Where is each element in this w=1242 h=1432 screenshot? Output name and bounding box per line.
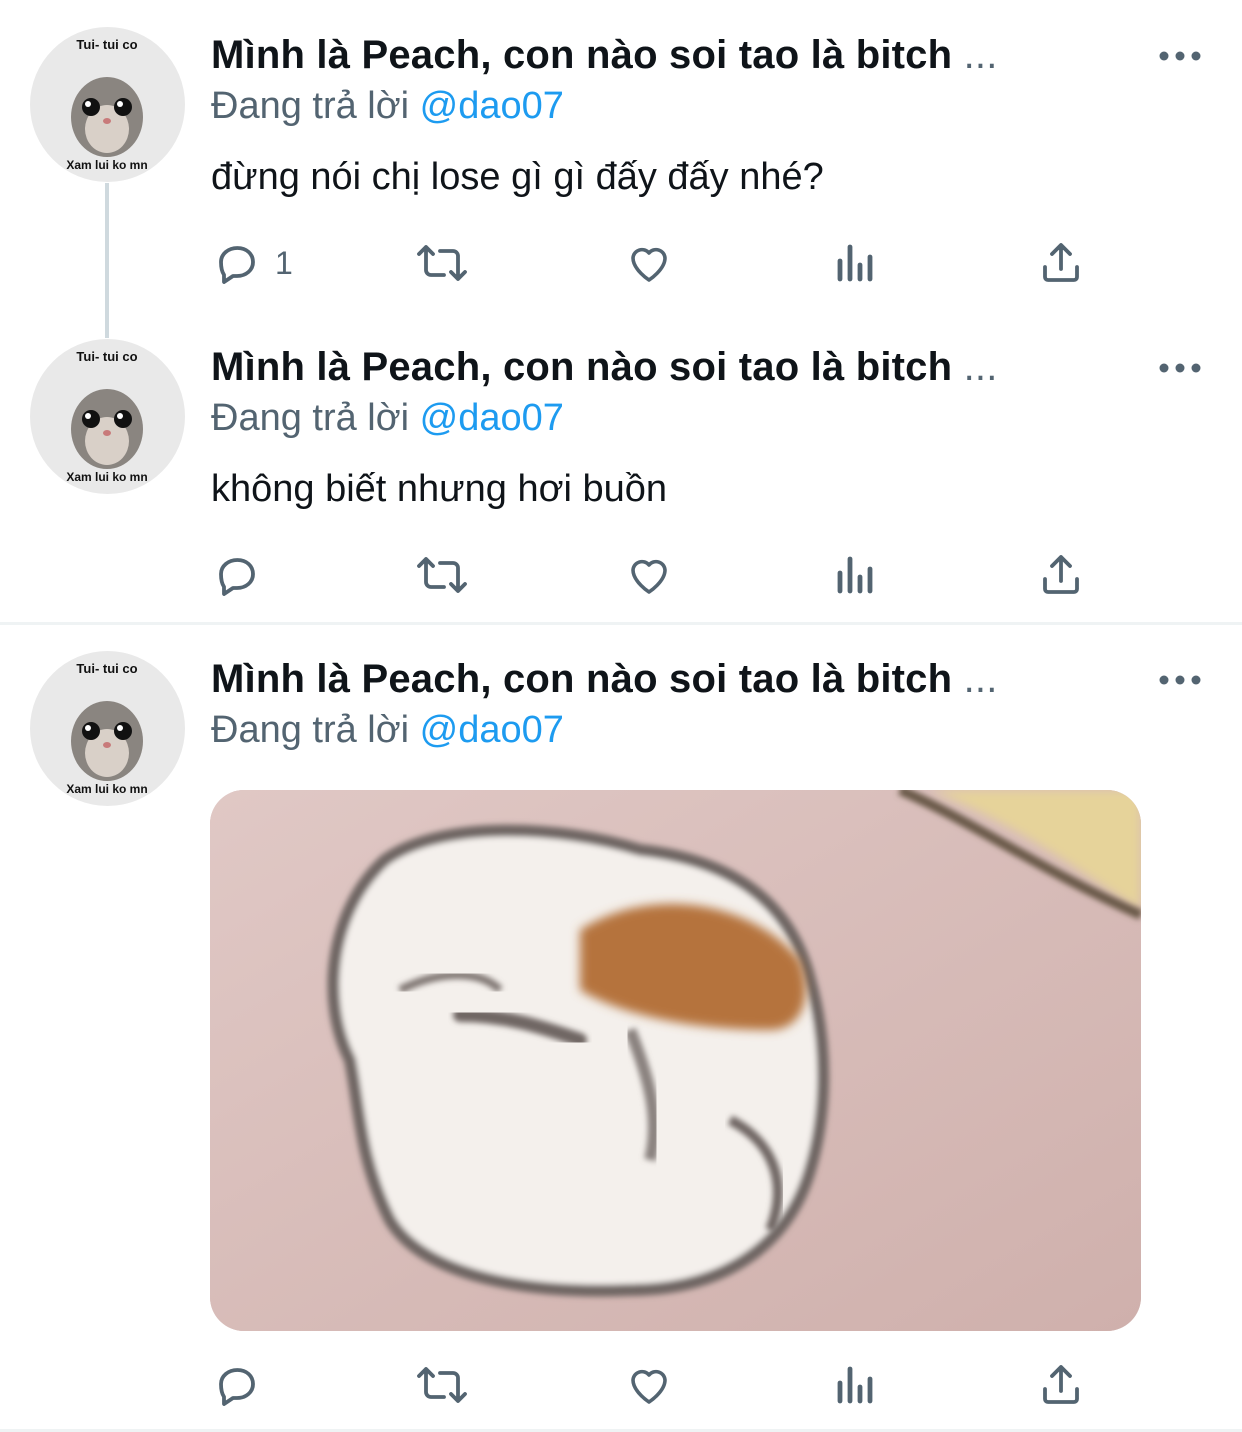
tweet-text: đừng nói chị lose gì gì đấy đấy nhé? bbox=[211, 156, 824, 198]
retweet-button[interactable] bbox=[414, 1360, 470, 1410]
heart-icon bbox=[631, 247, 667, 282]
more-horizontal-icon[interactable] bbox=[1158, 356, 1202, 380]
tweet-actions: 1 bbox=[0, 238, 1242, 288]
author-name[interactable]: Mình là Peach, con nào soi tao là bitch … bbox=[211, 342, 1061, 392]
views-button[interactable] bbox=[834, 238, 878, 288]
tweet[interactable]: Tui- tui co Xam lui ko mn Mình là Peach,… bbox=[0, 339, 1242, 622]
reply-button[interactable] bbox=[213, 1360, 261, 1410]
avatar-bottom-text: Xam lui ko mn bbox=[66, 782, 147, 796]
author-name[interactable]: Mình là Peach, con nào soi tao là bitch … bbox=[211, 30, 1061, 80]
name-truncation: ... bbox=[963, 345, 998, 389]
views-bar-chart-icon bbox=[837, 556, 873, 594]
reply-bubble-icon bbox=[219, 558, 255, 596]
avatar-top-text: Tui- tui co bbox=[76, 661, 137, 676]
views-bar-chart-icon bbox=[837, 1366, 873, 1404]
reply-button[interactable]: 1 bbox=[213, 238, 293, 288]
avatar-bottom-text: Xam lui ko mn bbox=[66, 470, 147, 484]
reply-count: 1 bbox=[275, 244, 293, 281]
replying-to: Đang trả lời @dao07 bbox=[211, 80, 564, 132]
like-button[interactable] bbox=[624, 550, 674, 600]
retweet-button[interactable] bbox=[414, 550, 470, 600]
heart-icon bbox=[631, 559, 667, 594]
retweet-icon bbox=[417, 245, 467, 281]
avatar-top-text: Tui- tui co bbox=[76, 349, 137, 364]
tweet-divider bbox=[0, 622, 1242, 625]
replying-handle-link[interactable]: @dao07 bbox=[420, 397, 564, 439]
share-button[interactable] bbox=[1037, 1360, 1085, 1410]
avatar[interactable]: Tui- tui co Xam lui ko mn bbox=[30, 339, 185, 494]
replying-prefix: Đang trả lời bbox=[211, 85, 410, 127]
tweet[interactable]: Tui- tui co Xam lui ko mn Mình là Peach,… bbox=[0, 27, 1242, 310]
replying-prefix: Đang trả lời bbox=[211, 709, 410, 751]
replying-prefix: Đang trả lời bbox=[211, 397, 410, 439]
reply-button[interactable] bbox=[213, 550, 261, 600]
tweet-actions bbox=[0, 550, 1242, 600]
like-button[interactable] bbox=[624, 238, 674, 288]
share-upload-icon bbox=[1043, 243, 1079, 282]
views-button[interactable] bbox=[834, 550, 878, 600]
share-button[interactable] bbox=[1037, 238, 1085, 288]
more-horizontal-icon[interactable] bbox=[1158, 668, 1202, 692]
tweet-media-image[interactable] bbox=[210, 790, 1141, 1331]
reply-bubble-icon bbox=[219, 1368, 255, 1406]
views-bar-chart-icon bbox=[837, 244, 873, 282]
tweet-text: không biết nhưng hơi buồn bbox=[211, 468, 668, 510]
name-truncation: ... bbox=[963, 657, 998, 701]
reply-bubble-icon bbox=[219, 246, 255, 284]
avatar-bottom-text: Xam lui ko mn bbox=[66, 158, 147, 172]
share-upload-icon bbox=[1043, 1365, 1079, 1404]
share-upload-icon bbox=[1043, 555, 1079, 594]
heart-icon bbox=[631, 1369, 667, 1404]
replying-to: Đang trả lời @dao07 bbox=[211, 704, 564, 756]
retweet-icon bbox=[417, 557, 467, 593]
more-horizontal-icon[interactable] bbox=[1158, 44, 1202, 68]
replying-to: Đang trả lời @dao07 bbox=[211, 392, 564, 444]
tweet-actions bbox=[0, 1360, 1242, 1410]
replying-handle-link[interactable]: @dao07 bbox=[420, 709, 564, 751]
avatar[interactable]: Tui- tui co Xam lui ko mn bbox=[30, 651, 185, 806]
like-button[interactable] bbox=[624, 1360, 674, 1410]
name-truncation: ... bbox=[963, 33, 998, 77]
views-button[interactable] bbox=[834, 1360, 878, 1410]
replying-handle-link[interactable]: @dao07 bbox=[420, 85, 564, 127]
share-button[interactable] bbox=[1037, 550, 1085, 600]
avatar[interactable]: Tui- tui co Xam lui ko mn bbox=[30, 27, 185, 182]
retweet-button[interactable] bbox=[414, 238, 470, 288]
retweet-icon bbox=[417, 1367, 467, 1403]
avatar-top-text: Tui- tui co bbox=[76, 37, 137, 52]
author-name[interactable]: Mình là Peach, con nào soi tao là bitch … bbox=[211, 654, 1061, 704]
